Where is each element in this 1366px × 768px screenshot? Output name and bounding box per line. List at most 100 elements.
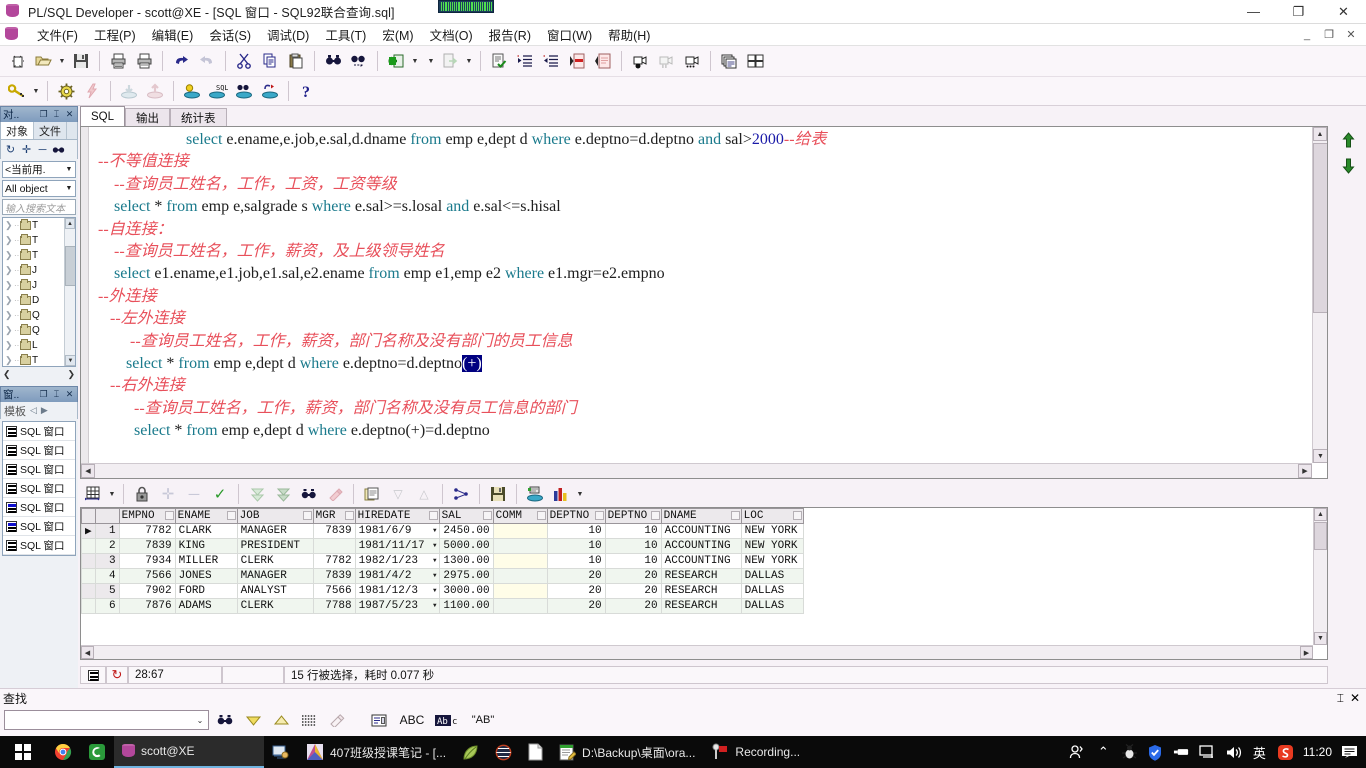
find-bar-close-icon[interactable]: ✕ [1350, 691, 1360, 706]
tab-objects[interactable]: 对象 [1, 122, 34, 139]
table-cell[interactable]: ANALYST [236, 583, 314, 599]
table-cell[interactable]: MANAGER [236, 568, 314, 584]
taskbar-globe[interactable] [487, 736, 520, 768]
scroll-right-icon[interactable]: ▶ [1300, 646, 1313, 659]
record-macro-icon[interactable] [627, 49, 653, 74]
column-header[interactable]: MGR [312, 508, 356, 524]
table-row[interactable]: 5 7902 FORD ANALYST 7566 1981/12/3 ▼ 3000.00 20 2… [81, 583, 804, 599]
table-cell[interactable]: DALLAS [740, 568, 804, 584]
table-cell[interactable]: 7934 [118, 553, 176, 569]
date-dropdown-icon[interactable]: ▼ [433, 572, 437, 579]
object-tree[interactable]: ❯ ·· T ❯ ·· T ❯ ·· T ❯ ·· J ❯ ·· J ❯ ·· D ❯ ·· Q ❯ ·· Q … [2, 217, 76, 367]
menu-window[interactable]: 窗口(W) [539, 23, 600, 46]
table-cell[interactable]: ADAMS [174, 598, 238, 614]
column-resize-handle[interactable] [428, 511, 438, 520]
scroll-thumb[interactable] [1313, 143, 1327, 313]
scroll-up-icon[interactable]: ▲ [1314, 508, 1327, 521]
table-cell[interactable]: CLERK [236, 553, 314, 569]
table-cell[interactable]: 20 [604, 598, 662, 614]
scroll-up-icon[interactable]: ▲ [65, 218, 75, 229]
scroll-down-icon[interactable]: ▼ [65, 355, 75, 366]
print-preview-icon[interactable] [131, 49, 157, 74]
clear-icon[interactable] [325, 709, 349, 731]
table-cell[interactable]: DALLAS [740, 583, 804, 599]
close-button[interactable]: ✕ [1321, 0, 1366, 24]
network-icon[interactable] [1199, 744, 1216, 761]
table-cell[interactable]: 7839 [312, 523, 356, 539]
table-cell[interactable]: 7839 [312, 568, 356, 584]
find-prev-icon[interactable] [269, 709, 293, 731]
table-cell[interactable]: 7566 [312, 583, 356, 599]
kill-session-icon[interactable] [257, 79, 283, 104]
table-cell[interactable]: RESEARCH [660, 583, 742, 599]
result-table[interactable]: EMPNO ENAME JOB MGR HIREDATE SAL COMM DEPTNO DEP… [81, 508, 804, 614]
copy-grid-icon[interactable] [359, 482, 385, 507]
column-header[interactable]: ENAME [174, 508, 238, 524]
tab-statistics[interactable]: 统计表 [170, 108, 227, 126]
table-cell[interactable]: FORD [174, 583, 238, 599]
refresh-icon[interactable]: ↻ [3, 142, 18, 158]
ime-indicator[interactable]: 英 [1251, 744, 1268, 761]
list-item[interactable]: SQL 窗口 [3, 498, 75, 517]
grid-horizontal-scrollbar[interactable]: ◀ ▶ [81, 645, 1313, 659]
table-cell[interactable]: ACCOUNTING [660, 523, 742, 539]
outdent-icon[interactable] [538, 49, 564, 74]
undo-icon[interactable] [168, 49, 194, 74]
table-cell[interactable]: MILLER [174, 553, 238, 569]
template-next-icon[interactable]: ▶ [41, 405, 48, 416]
menu-edit[interactable]: 编辑(E) [144, 23, 202, 46]
column-header[interactable]: SAL [438, 508, 494, 524]
chart-icon[interactable] [548, 482, 574, 507]
chevron-right-icon[interactable]: ❯ [5, 265, 13, 276]
expand-icon[interactable]: ✛ [19, 142, 34, 158]
table-cell[interactable] [492, 523, 548, 539]
open-file-icon[interactable] [30, 49, 56, 74]
table-cell[interactable]: ACCOUNTING [660, 553, 742, 569]
execute-dropdown-icon[interactable]: ▼ [409, 49, 421, 74]
table-cell[interactable]: 7788 [312, 598, 356, 614]
list-item[interactable]: SQL 窗口 [3, 479, 75, 498]
table-cell[interactable]: 7902 [118, 583, 176, 599]
toolbar-more-icon[interactable]: ▼ [425, 49, 437, 74]
column-header[interactable]: LOC [740, 508, 804, 524]
table-cell[interactable] [492, 598, 548, 614]
find-bar-pin-icon[interactable]: ⌶ [1337, 691, 1344, 706]
taskbar-notepad-1[interactable]: D:\Backup\桌面\ora... [551, 736, 703, 768]
taskbar-xmind[interactable]: 407班级授课笔记 - [... [298, 736, 454, 768]
chevron-right-icon[interactable]: ❯ [5, 310, 13, 321]
table-cell[interactable]: 10 [604, 523, 662, 539]
mdi-close-button[interactable]: ✕ [1340, 26, 1362, 44]
list-item[interactable]: SQL 窗口 [3, 517, 75, 536]
tree-vertical-scrollbar[interactable]: ▲ ▼ [64, 218, 75, 366]
row-number[interactable]: 4 [94, 568, 120, 584]
find-in-grid-icon[interactable] [296, 482, 322, 507]
logon-dropdown-icon[interactable]: ▼ [30, 79, 42, 104]
save-icon[interactable] [68, 49, 94, 74]
table-cell[interactable] [492, 553, 548, 569]
indent-icon[interactable] [512, 49, 538, 74]
tab-sql[interactable]: SQL [80, 106, 126, 126]
column-resize-handle[interactable] [226, 511, 236, 520]
column-resize-handle[interactable] [650, 511, 660, 520]
date-dropdown-icon[interactable]: ▼ [433, 527, 437, 534]
open-file-dropdown-icon[interactable]: ▼ [56, 49, 68, 74]
taskbar-clock[interactable]: 11:20 [1303, 745, 1332, 759]
table-cell[interactable]: RESEARCH [660, 568, 742, 584]
taskbar-360[interactable] [80, 736, 114, 768]
column-header[interactable]: COMM [492, 508, 548, 524]
column-header[interactable]: DEPTNO [546, 508, 606, 524]
mdi-minimize-button[interactable]: _ [1296, 26, 1318, 44]
regex-icon[interactable]: "AB" [467, 709, 499, 731]
lock-icon[interactable] [129, 482, 155, 507]
column-header[interactable]: DNAME [660, 508, 742, 524]
tree-horizontal-scroll[interactable]: ❮ ❯ [0, 369, 78, 380]
tab-files[interactable]: 文件 [34, 122, 67, 139]
nav-up-icon[interactable] [1338, 130, 1358, 150]
explain-plan-grid-icon[interactable] [448, 482, 474, 507]
table-cell[interactable]: 20 [604, 583, 662, 599]
editor-horizontal-scrollbar[interactable]: ◀ ▶ [81, 463, 1312, 478]
menu-project[interactable]: 工程(P) [86, 23, 144, 46]
table-cell[interactable]: 2975.00 [438, 568, 494, 584]
chevron-right-icon[interactable]: ❯ [5, 280, 13, 291]
table-cell[interactable]: 7566 [118, 568, 176, 584]
